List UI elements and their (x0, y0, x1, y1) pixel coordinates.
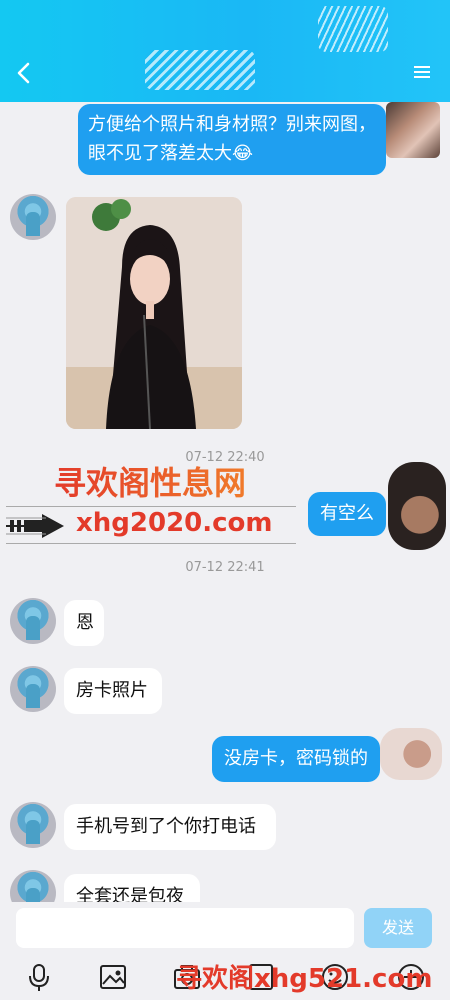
timestamp: 07-12 22:41 (185, 560, 265, 575)
header-scribble (318, 6, 388, 52)
contact-avatar[interactable] (10, 598, 56, 644)
send-button[interactable]: 发送 (364, 908, 432, 948)
message-bubble-received[interactable]: 房卡照片 (64, 668, 162, 714)
message-bubble-sent[interactable]: 没房卡，密码锁的 (212, 736, 380, 782)
contact-avatar[interactable] (10, 870, 56, 902)
more-menu-icon[interactable] (414, 64, 430, 80)
input-toolbar: 寻欢阁xhg521.com (0, 954, 450, 1000)
photo-person-illustration (66, 197, 242, 429)
microphone-icon[interactable] (24, 962, 54, 992)
chat-header (0, 0, 450, 102)
my-avatar[interactable] (386, 102, 440, 158)
input-bar: 发送 (0, 902, 450, 954)
message-input[interactable] (16, 908, 354, 948)
divider (6, 543, 296, 544)
message-list[interactable]: 方便给个照片和身材照？别来网图，眼不见了落差太大😂 07-12 22:40 寻欢… (0, 102, 450, 902)
divider (6, 506, 296, 507)
message-bubble-sent[interactable]: 有空么 (308, 492, 386, 536)
received-photo[interactable] (66, 197, 242, 429)
watermark-url: xhg2020.com (76, 508, 273, 538)
image-icon[interactable] (98, 962, 128, 992)
watermark-bottom: 寻欢阁xhg521.com (176, 964, 433, 994)
contact-name-redacted (145, 50, 255, 90)
message-bubble-received[interactable]: 手机号到了个你打电话 (64, 804, 276, 850)
contact-avatar[interactable] (10, 802, 56, 848)
my-avatar[interactable] (380, 728, 442, 780)
watermark-title: 寻欢阁性息网 (54, 458, 246, 504)
message-bubble-sent[interactable]: 方便给个照片和身材照？别来网图，眼不见了落差太大😂 (78, 104, 386, 175)
my-avatar[interactable] (388, 462, 446, 550)
message-bubble-received[interactable]: 恩 (64, 600, 104, 646)
contact-avatar[interactable] (10, 194, 56, 240)
arrow-right-icon (6, 514, 64, 538)
message-bubble-received[interactable]: 全套还是包夜 (64, 874, 200, 902)
back-arrow-icon[interactable] (14, 62, 36, 84)
contact-avatar[interactable] (10, 666, 56, 712)
